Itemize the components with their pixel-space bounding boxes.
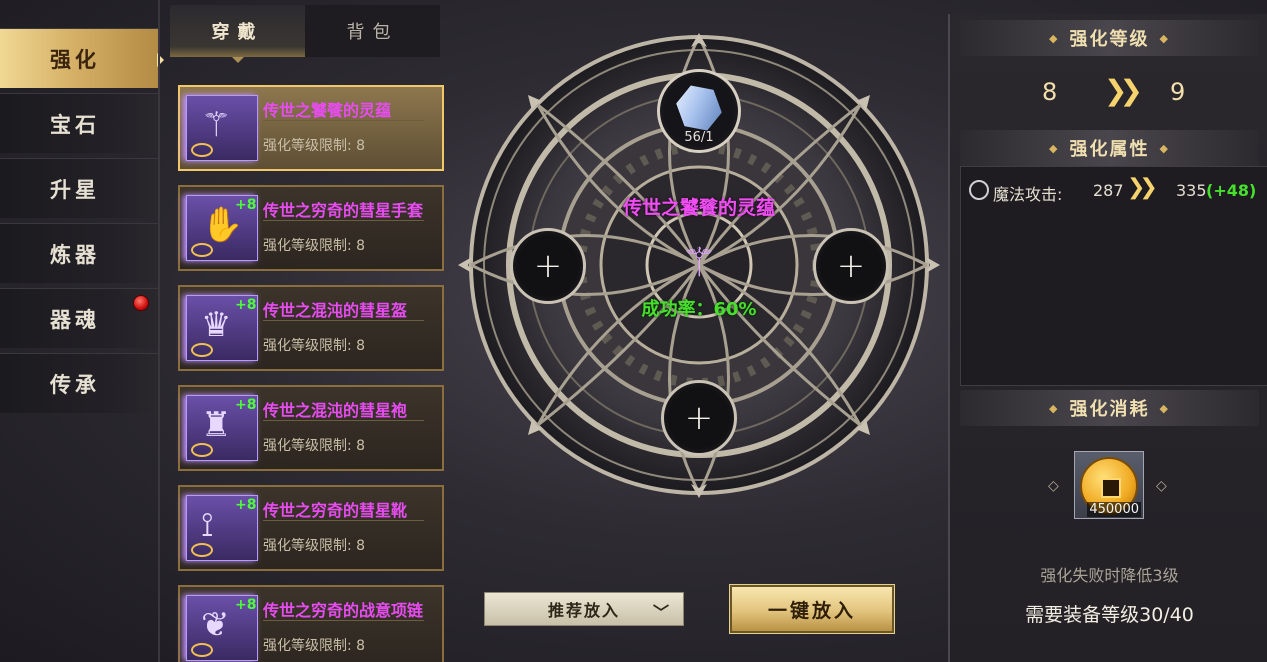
equipment-card[interactable]: ⚚ 传世之饕餮的灵蕴 强化等级限制: 8 — [178, 85, 444, 171]
divider — [263, 120, 424, 121]
equipment-limit: 强化等级限制: 8 — [263, 338, 366, 354]
tab-inherit-label: 传承 — [50, 372, 100, 397]
category-tabs: 强化 宝石 升星 炼器 器魂 传承 — [0, 28, 164, 418]
gem-icon — [672, 79, 726, 138]
diamond-icon: ◆ — [1049, 141, 1060, 155]
fail-note: 强化失败时降低3级 — [1040, 566, 1179, 585]
diamond-icon: ◇ — [1156, 478, 1167, 494]
attribute-name: 魔法攻击: — [993, 185, 1063, 204]
tab-gem[interactable]: 宝石 — [0, 93, 158, 153]
equipment-card[interactable]: ⟟ +8 传世之穷奇的彗星靴 强化等级限制: 8 — [178, 485, 444, 571]
cost-header: ◆ 强化消耗 ◆ — [960, 390, 1259, 426]
diamond-icon: ◇ — [1048, 478, 1059, 494]
double-chevron-right-icon: ❯❯ — [1127, 175, 1158, 200]
diamond-icon: ◆ — [1159, 401, 1170, 415]
double-chevron-right-icon: ❯❯ — [1104, 74, 1143, 107]
material-slot-right[interactable]: + — [813, 228, 889, 304]
cost-item[interactable]: 450000 — [1074, 451, 1144, 519]
current-level: 8 — [1042, 78, 1058, 106]
one-key-put-in-button[interactable]: 一键放入 — [729, 584, 895, 634]
attribute-next: 335 — [1176, 181, 1207, 200]
notification-dot — [133, 295, 149, 311]
equipment-enhance-level: +8 — [235, 197, 257, 213]
material-slot-bottom[interactable]: + — [661, 380, 737, 456]
staff-icon: ⚚ — [681, 240, 717, 286]
staff-icon: ⚚ — [186, 95, 258, 161]
cost-header-label: 强化消耗 — [1069, 399, 1150, 420]
diamond-icon: ◆ — [1159, 31, 1170, 45]
tab-star-up-label: 升星 — [50, 177, 100, 202]
divider — [263, 420, 424, 421]
left-divider — [158, 0, 160, 662]
tab-refine-label: 炼器 — [50, 242, 100, 267]
tab-weapon-soul-label: 器魂 — [50, 307, 100, 332]
attribute-box: 魔法攻击: 287 ❯❯ 335 (+48) — [960, 166, 1267, 386]
equipment-name: 传世之穷奇的彗星手套 — [263, 201, 424, 220]
tab-worn[interactable]: 穿戴 — [170, 5, 305, 63]
plus-icon: + — [684, 398, 714, 438]
equipment-enhance-level: +8 — [235, 597, 257, 613]
diamond-icon: ◆ — [1159, 141, 1170, 155]
enhance-ring: 56/1 + + + 传世之饕餮的灵蕴 ⚚ 成功率：60% — [458, 33, 940, 498]
tab-inherit[interactable]: 传承 — [0, 353, 158, 413]
equipment-name: 传世之混沌的彗星盔 — [263, 301, 408, 320]
equipment-name: 传世之穷奇的彗星靴 — [263, 501, 408, 520]
attribute-header-label: 强化属性 — [1069, 139, 1150, 160]
level-header: ◆ 强化等级 ◆ — [960, 20, 1259, 56]
equipment-enhance-level: +8 — [235, 497, 257, 513]
diamond-icon: ◆ — [1049, 31, 1060, 45]
target-item-name: 传世之饕餮的灵蕴 — [622, 197, 775, 219]
equipment-card[interactable]: ❦ +8 传世之穷奇的战意项链 强化等级限制: 8 — [178, 585, 444, 662]
plus-icon: + — [533, 246, 563, 286]
level-change: 8 ❯❯ 9 — [960, 74, 1259, 114]
recommend-put-in-label: 推荐放入 — [547, 601, 620, 620]
equipment-limit: 强化等级限制: 8 — [263, 638, 366, 654]
gem-slot[interactable]: 56/1 — [657, 69, 741, 153]
cost-quantity: 450000 — [1087, 502, 1141, 517]
gem-count: 56/1 — [684, 130, 714, 145]
one-key-put-in-label: 一键放入 — [767, 599, 856, 622]
divider — [263, 620, 424, 621]
equipment-enhance-level: +8 — [235, 297, 257, 313]
divider — [263, 520, 424, 521]
equipment-source-tabs: 穿戴 背包 — [170, 5, 440, 63]
tab-weapon-soul[interactable]: 器魂 — [0, 288, 158, 348]
equipment-limit: 强化等级限制: 8 — [263, 538, 366, 554]
equipment-name: 传世之穷奇的战意项链 — [263, 601, 424, 620]
success-rate: 成功率：60% — [641, 299, 757, 320]
required-level: 需要装备等级30/40 — [1025, 604, 1194, 626]
magic-attack-icon — [969, 180, 989, 200]
equipment-name: 传世之混沌的彗星袍 — [263, 401, 408, 420]
diamond-icon: ◆ — [1049, 401, 1060, 415]
tab-star-up[interactable]: 升星 — [0, 158, 158, 218]
next-level: 9 — [1170, 78, 1186, 106]
material-slot-left[interactable]: + — [510, 228, 586, 304]
equipment-limit: 强化等级限制: 8 — [263, 438, 366, 454]
chevron-down-icon: ﹀ — [652, 603, 671, 622]
tab-enhance-label: 强化 — [50, 47, 100, 72]
plus-icon: + — [836, 246, 866, 286]
tab-refine[interactable]: 炼器 — [0, 223, 158, 283]
attribute-delta: (+48) — [1206, 181, 1257, 200]
divider — [263, 220, 424, 221]
equipment-card[interactable]: ♜ +8 传世之混沌的彗星袍 强化等级限制: 8 — [178, 385, 444, 471]
level-header-label: 强化等级 — [1069, 29, 1150, 50]
tab-bag[interactable]: 背包 — [305, 5, 440, 57]
equipment-enhance-level: +8 — [235, 397, 257, 413]
recommend-put-in-button[interactable]: 推荐放入 ﹀ — [484, 592, 684, 626]
divider — [263, 320, 424, 321]
tab-enhance[interactable]: 强化 — [0, 28, 164, 88]
equipment-list: ⚚ 传世之饕餮的灵蕴 强化等级限制: 8 ✋ +8 传世之穷奇的彗星手套 强化等… — [178, 85, 444, 662]
attribute-current: 287 — [1093, 181, 1124, 200]
equipment-limit: 强化等级限制: 8 — [263, 238, 366, 254]
info-panel: ◆ 强化等级 ◆ 8 ❯❯ 9 ◆ 强化属性 ◆ 魔法攻击: 287 ❯❯ 33… — [948, 14, 1267, 662]
equipment-limit: 强化等级限制: 8 — [263, 138, 366, 154]
attribute-header: ◆ 强化属性 ◆ — [960, 130, 1259, 166]
equipment-card[interactable]: ♛ +8 传世之混沌的彗星盔 强化等级限制: 8 — [178, 285, 444, 371]
equipment-card[interactable]: ✋ +8 传世之穷奇的彗星手套 强化等级限制: 8 — [178, 185, 444, 271]
equipment-name: 传世之饕餮的灵蕴 — [263, 101, 392, 120]
tab-gem-label: 宝石 — [50, 112, 100, 137]
